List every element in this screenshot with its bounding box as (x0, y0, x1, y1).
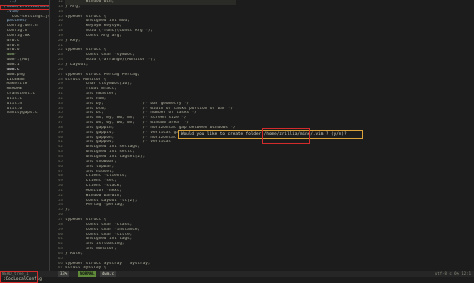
command-line[interactable]: :CocLocalConfig (0, 277, 474, 283)
command-highlight (0, 271, 38, 283)
line-numbers: 12 13 14 15 16 17 18 19 20 21 22 23 24 25 26 27 28 29 30 31… (52, 0, 63, 271)
file-tree-list[interactable]: ..//home/zrillia/mine/dwm/ .vim/ coc-set… (4, 0, 50, 116)
tree-path-highlight (0, 5, 50, 10)
tree-entry[interactable]: vanitygaps.c (4, 111, 50, 116)
pane-divider[interactable] (49, 0, 50, 271)
line-number-gutter: 12 13 14 15 16 17 18 19 20 21 22 23 24 25 26 27 28 29 30 31… (52, 0, 63, 271)
prompt-path-highlight (262, 128, 310, 144)
code-lines[interactable]: Window win;} Arg; typedef struct { unsign… (65, 0, 236, 281)
file-tree-pane[interactable]: ..//home/zrillia/mine/dwm/ .vim/ coc-set… (0, 0, 50, 271)
